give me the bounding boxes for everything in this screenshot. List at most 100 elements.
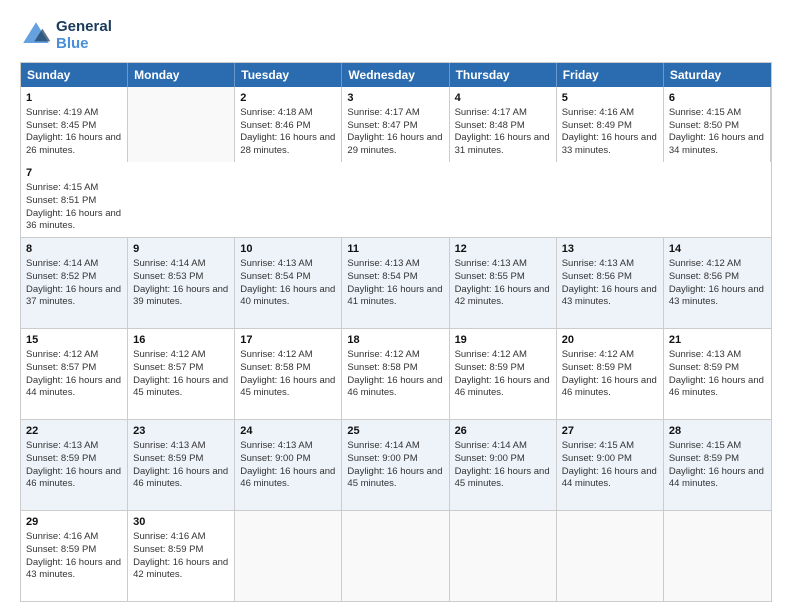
sunset: Sunset: 8:59 PM bbox=[455, 362, 525, 373]
daylight: Daylight: 16 hours and 43 minutes. bbox=[26, 557, 121, 581]
weekday-header: Sunday bbox=[21, 63, 128, 87]
calendar-cell: 21Sunrise: 4:13 AMSunset: 8:59 PMDayligh… bbox=[664, 329, 771, 419]
sunset: Sunset: 8:59 PM bbox=[133, 453, 203, 464]
sunset: Sunset: 8:59 PM bbox=[26, 453, 96, 464]
calendar-cell: 17Sunrise: 4:12 AMSunset: 8:58 PMDayligh… bbox=[235, 329, 342, 419]
sunrise: Sunrise: 4:14 AM bbox=[133, 258, 205, 269]
sunset: Sunset: 8:46 PM bbox=[240, 120, 310, 131]
daylight: Daylight: 16 hours and 42 minutes. bbox=[455, 284, 550, 308]
sunrise: Sunrise: 4:12 AM bbox=[240, 349, 312, 360]
daylight: Daylight: 16 hours and 39 minutes. bbox=[133, 284, 228, 308]
calendar-cell: 11Sunrise: 4:13 AMSunset: 8:54 PMDayligh… bbox=[342, 238, 449, 328]
day-number: 6 bbox=[669, 91, 765, 106]
logo: General Blue bbox=[20, 18, 112, 52]
day-number: 16 bbox=[133, 333, 229, 348]
calendar-body: 1Sunrise: 4:19 AMSunset: 8:45 PMDaylight… bbox=[21, 87, 771, 601]
sunrise: Sunrise: 4:14 AM bbox=[347, 440, 419, 451]
day-number: 13 bbox=[562, 242, 658, 257]
sunrise: Sunrise: 4:12 AM bbox=[347, 349, 419, 360]
day-number: 30 bbox=[133, 515, 229, 530]
calendar-cell: 13Sunrise: 4:13 AMSunset: 8:56 PMDayligh… bbox=[557, 238, 664, 328]
daylight: Daylight: 16 hours and 36 minutes. bbox=[26, 208, 121, 232]
header: General Blue bbox=[20, 18, 772, 52]
sunrise: Sunrise: 4:12 AM bbox=[562, 349, 634, 360]
calendar-cell: 23Sunrise: 4:13 AMSunset: 8:59 PMDayligh… bbox=[128, 420, 235, 510]
day-number: 8 bbox=[26, 242, 122, 257]
weekday-header: Wednesday bbox=[342, 63, 449, 87]
sunset: Sunset: 8:56 PM bbox=[562, 271, 632, 282]
calendar-cell: 29Sunrise: 4:16 AMSunset: 8:59 PMDayligh… bbox=[21, 511, 128, 601]
sunrise: Sunrise: 4:19 AM bbox=[26, 107, 98, 118]
sunset: Sunset: 8:47 PM bbox=[347, 120, 417, 131]
day-number: 3 bbox=[347, 91, 443, 106]
day-number: 20 bbox=[562, 333, 658, 348]
sunrise: Sunrise: 4:13 AM bbox=[240, 440, 312, 451]
day-number: 17 bbox=[240, 333, 336, 348]
calendar-cell: 12Sunrise: 4:13 AMSunset: 8:55 PMDayligh… bbox=[450, 238, 557, 328]
calendar-row: 1Sunrise: 4:19 AMSunset: 8:45 PMDaylight… bbox=[21, 87, 771, 238]
daylight: Daylight: 16 hours and 44 minutes. bbox=[26, 375, 121, 399]
sunrise: Sunrise: 4:14 AM bbox=[455, 440, 527, 451]
daylight: Daylight: 16 hours and 43 minutes. bbox=[562, 284, 657, 308]
calendar-row: 15Sunrise: 4:12 AMSunset: 8:57 PMDayligh… bbox=[21, 329, 771, 420]
calendar-cell: 20Sunrise: 4:12 AMSunset: 8:59 PMDayligh… bbox=[557, 329, 664, 419]
calendar-cell: 27Sunrise: 4:15 AMSunset: 9:00 PMDayligh… bbox=[557, 420, 664, 510]
page: General Blue SundayMondayTuesdayWednesda… bbox=[0, 0, 792, 612]
daylight: Daylight: 16 hours and 29 minutes. bbox=[347, 132, 442, 156]
sunset: Sunset: 8:53 PM bbox=[133, 271, 203, 282]
calendar-cell: 16Sunrise: 4:12 AM Sunset: 8:57 PM Dayligh… bbox=[128, 329, 235, 419]
day-number: 26 bbox=[455, 424, 551, 439]
sunrise: Sunrise: 4:12 AM bbox=[455, 349, 527, 360]
sunrise: Sunrise: 4:15 AM bbox=[669, 440, 741, 451]
logo-icon bbox=[20, 19, 52, 51]
sunrise: Sunrise: 4:15 AM bbox=[562, 440, 634, 451]
calendar-cell bbox=[128, 87, 235, 162]
calendar-cell: 4Sunrise: 4:17 AMSunset: 8:48 PMDaylight… bbox=[450, 87, 557, 162]
daylight: Daylight: 16 hours and 34 minutes. bbox=[669, 132, 764, 156]
sunset: Sunset: 8:59 PM bbox=[669, 453, 739, 464]
daylight: Daylight: 16 hours and 45 minutes. bbox=[347, 466, 442, 490]
calendar-cell bbox=[450, 511, 557, 601]
sunset: Sunset: 8:57 PM bbox=[133, 362, 203, 373]
sunrise: Sunrise: 4:18 AM bbox=[240, 107, 312, 118]
sunset: Sunset: 8:59 PM bbox=[26, 544, 96, 555]
sunrise: Sunrise: 4:12 AM bbox=[133, 349, 205, 360]
sunrise: Sunrise: 4:12 AM bbox=[669, 258, 741, 269]
sunset: Sunset: 9:00 PM bbox=[347, 453, 417, 464]
daylight: Daylight: 16 hours and 33 minutes. bbox=[562, 132, 657, 156]
day-number: 12 bbox=[455, 242, 551, 257]
sunset: Sunset: 8:54 PM bbox=[347, 271, 417, 282]
day-number: 10 bbox=[240, 242, 336, 257]
daylight: Daylight: 16 hours and 42 minutes. bbox=[133, 557, 228, 581]
sunset: Sunset: 8:59 PM bbox=[562, 362, 632, 373]
sunrise: Sunrise: 4:13 AM bbox=[669, 349, 741, 360]
sunset: Sunset: 8:54 PM bbox=[240, 271, 310, 282]
sunrise: Sunrise: 4:15 AM bbox=[26, 182, 98, 193]
sunrise: Sunrise: 4:16 AM bbox=[26, 531, 98, 542]
weekday-header: Tuesday bbox=[235, 63, 342, 87]
weekday-header: Saturday bbox=[664, 63, 771, 87]
daylight: Daylight: 16 hours and 45 minutes. bbox=[133, 375, 228, 399]
calendar-cell: 7Sunrise: 4:15 AMSunset: 8:51 PMDaylight… bbox=[21, 162, 128, 237]
day-number: 21 bbox=[669, 333, 766, 348]
sunset: Sunset: 9:00 PM bbox=[562, 453, 632, 464]
sunset: Sunset: 9:00 PM bbox=[455, 453, 525, 464]
day-number: 18 bbox=[347, 333, 443, 348]
daylight: Daylight: 16 hours and 28 minutes. bbox=[240, 132, 335, 156]
daylight: Daylight: 16 hours and 46 minutes. bbox=[455, 375, 550, 399]
daylight: Daylight: 16 hours and 44 minutes. bbox=[562, 466, 657, 490]
calendar: SundayMondayTuesdayWednesdayThursdayFrid… bbox=[20, 62, 772, 602]
calendar-cell: 6Sunrise: 4:15 AMSunset: 8:50 PMDaylight… bbox=[664, 87, 771, 162]
day-number: 1 bbox=[26, 91, 122, 106]
daylight: Daylight: 16 hours and 45 minutes. bbox=[240, 375, 335, 399]
calendar-cell: 18Sunrise: 4:12 AMSunset: 8:58 PMDayligh… bbox=[342, 329, 449, 419]
day-number: 7 bbox=[26, 166, 123, 181]
daylight: Daylight: 16 hours and 31 minutes. bbox=[455, 132, 550, 156]
weekday-header: Thursday bbox=[450, 63, 557, 87]
calendar-cell: 3Sunrise: 4:17 AMSunset: 8:47 PMDaylight… bbox=[342, 87, 449, 162]
day-number: 14 bbox=[669, 242, 766, 257]
weekday-header: Friday bbox=[557, 63, 664, 87]
calendar-cell: 8Sunrise: 4:14 AMSunset: 8:52 PMDaylight… bbox=[21, 238, 128, 328]
sunrise: Sunrise: 4:13 AM bbox=[455, 258, 527, 269]
weekday-header: Monday bbox=[128, 63, 235, 87]
